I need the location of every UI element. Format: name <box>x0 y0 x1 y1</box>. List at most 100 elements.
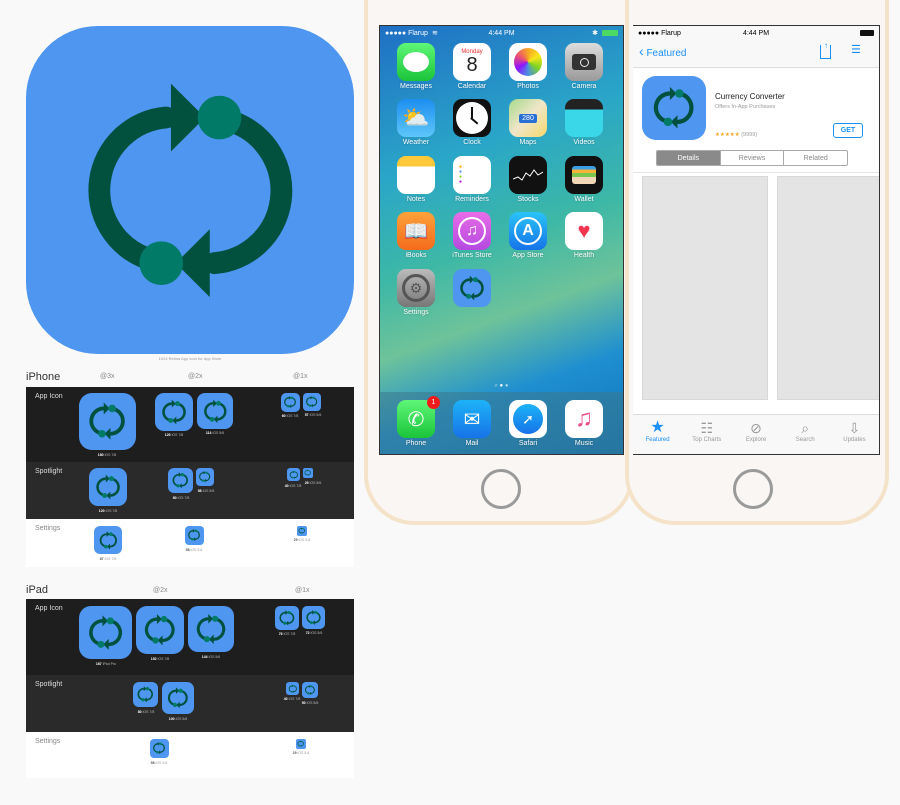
app-phone[interactable]: ✆ 1 Phone <box>396 396 440 447</box>
sync-arrows-icon <box>86 400 128 442</box>
app-safari[interactable]: ➚ Safari <box>508 400 548 447</box>
home-button[interactable] <box>733 469 773 509</box>
star-rating: ★★★★★ (9999) <box>715 132 758 138</box>
sync-arrows-icon <box>166 686 190 710</box>
app-maps[interactable]: 280 Maps <box>508 99 548 146</box>
icon-29 <box>297 526 307 536</box>
battery-icon <box>860 30 874 36</box>
icon-76 <box>275 606 299 630</box>
size-label: 29 iOS 5-8 <box>292 751 310 755</box>
size-label: 29 iOS 5-8 <box>293 538 311 542</box>
size-label: 57 iOS 5/6 <box>304 413 322 417</box>
screenshot-placeholder[interactable] <box>642 176 768 400</box>
hero-caption: 1024 Retina App Icon for App Store <box>158 356 222 361</box>
hero-app-icon <box>26 26 354 354</box>
sync-arrows-icon <box>187 528 201 542</box>
clock-icon <box>456 102 488 134</box>
itunes-icon: ♫ <box>458 217 486 245</box>
app-stocks[interactable]: Stocks <box>508 156 548 203</box>
maps-icon: 280 <box>519 113 537 123</box>
iphone-spotlight-row: Spotlight 120 iOS 7/8 80 iOS 7/8 58 iOS … <box>26 462 354 519</box>
music-icon: ♫ <box>575 405 593 432</box>
icon-40 <box>287 468 300 481</box>
icon-58 <box>150 739 169 758</box>
size-label: 58 iOS 5/6 <box>197 489 215 493</box>
column-label: @2x <box>188 373 203 380</box>
app-photos[interactable]: Photos <box>508 43 548 90</box>
weather-icon: ⛅ <box>402 105 430 130</box>
sync-arrows-icon <box>69 69 312 312</box>
appstore-icon: A <box>514 217 542 245</box>
row-label: Settings <box>35 525 61 532</box>
ipad-settings-row: Settings 58 iOS 5-8 29 iOS 5-8 <box>26 732 354 778</box>
app-messages[interactable]: Messages <box>396 43 436 90</box>
compass-icon: ⊘ <box>750 420 762 436</box>
screenshot-placeholder[interactable] <box>777 176 879 400</box>
page-indicator[interactable]: ⌕ ● ● <box>380 383 623 390</box>
carrier: ●●●●● Flarup <box>638 29 681 37</box>
app-reminders[interactable]: ● ● ● ● Reminders <box>452 156 492 203</box>
sync-arrows-icon <box>86 613 125 652</box>
sync-arrows-icon <box>98 530 119 551</box>
ibooks-icon: 📖 <box>403 220 429 243</box>
segment-reviews[interactable]: Reviews <box>719 151 784 165</box>
wallet-icon <box>572 166 596 184</box>
row-label: Settings <box>35 738 61 745</box>
size-label: 152 iOS 7/8 <box>150 657 170 661</box>
list-icon: ☷ <box>700 420 714 436</box>
segmented-control: Details Reviews Related <box>656 150 848 166</box>
app-name: Currency Converter <box>715 92 785 101</box>
app-ibooks[interactable]: 📖 iBooks <box>396 212 436 259</box>
size-label: 120 iOS 7/8 <box>98 509 118 513</box>
sync-arrows-icon <box>202 398 229 425</box>
sync-arrows-icon <box>94 473 122 501</box>
app-clock[interactable]: Clock <box>452 99 492 146</box>
size-label: 80 iOS 7/8 <box>137 710 155 714</box>
sync-arrows-icon <box>305 609 322 626</box>
segment-related[interactable]: Related <box>783 151 847 165</box>
tab-featured[interactable]: ★ Featured <box>633 419 682 454</box>
size-label: 144 iOS 5/6 <box>201 655 221 659</box>
bluetooth-icon: ✱ <box>592 30 598 37</box>
app-camera[interactable]: Camera <box>564 43 604 90</box>
notification-badge: 1 <box>427 396 440 409</box>
app-currency-converter[interactable] <box>452 269 492 307</box>
tab-search[interactable]: ⌕ Search <box>781 419 830 454</box>
share-icon[interactable]: ↑ <box>820 41 831 59</box>
photos-icon <box>514 48 542 76</box>
size-label: 76 iOS 7/8 <box>278 632 296 636</box>
app-health[interactable]: ♥ Health <box>564 212 604 259</box>
sync-arrows-icon <box>650 84 697 131</box>
app-wallet[interactable]: Wallet <box>564 156 604 203</box>
app-notes[interactable]: Notes <box>396 156 436 203</box>
column-label: @1x <box>293 373 308 380</box>
tab-updates[interactable]: ⇩ Updates <box>830 419 879 454</box>
app-calendar[interactable]: Monday 8 Calendar <box>452 43 492 90</box>
size-label: 50 iOS 5/6 <box>301 701 319 705</box>
star-icon: ★ <box>650 419 665 436</box>
health-icon: ♥ <box>577 218 591 243</box>
reminders-icon: ● ● ● ● <box>459 164 463 185</box>
app-videos[interactable]: Videos <box>564 99 604 146</box>
iphone-section-title: iPhone <box>26 371 61 383</box>
segment-details[interactable]: Details <box>657 151 720 165</box>
get-button[interactable]: GET <box>833 123 863 138</box>
sync-arrows-icon <box>298 527 305 534</box>
app-settings[interactable]: ⚙ Settings <box>396 269 436 316</box>
home-button[interactable] <box>481 469 521 509</box>
sync-arrows-icon <box>283 395 297 409</box>
list-icon[interactable]: ☰ <box>851 45 861 56</box>
icon-40 <box>286 682 299 695</box>
app-app-store[interactable]: A App Store <box>508 212 548 259</box>
app-itunes-store[interactable]: ♫ iTunes Store <box>452 212 492 259</box>
app-music[interactable]: ♫ Music <box>564 400 604 447</box>
back-button[interactable]: ‹ Featured <box>639 44 686 59</box>
app-mail[interactable]: ✉ Mail <box>452 400 492 447</box>
tab-explore[interactable]: ⊘ Explore <box>731 419 780 454</box>
icon-58 <box>185 526 204 545</box>
app-weather[interactable]: ⛅ Weather <box>396 99 436 146</box>
app-icon <box>642 76 706 140</box>
sync-arrows-icon <box>304 469 311 476</box>
sync-arrows-icon <box>198 470 211 483</box>
tab-top-charts[interactable]: ☷ Top Charts <box>682 419 731 454</box>
